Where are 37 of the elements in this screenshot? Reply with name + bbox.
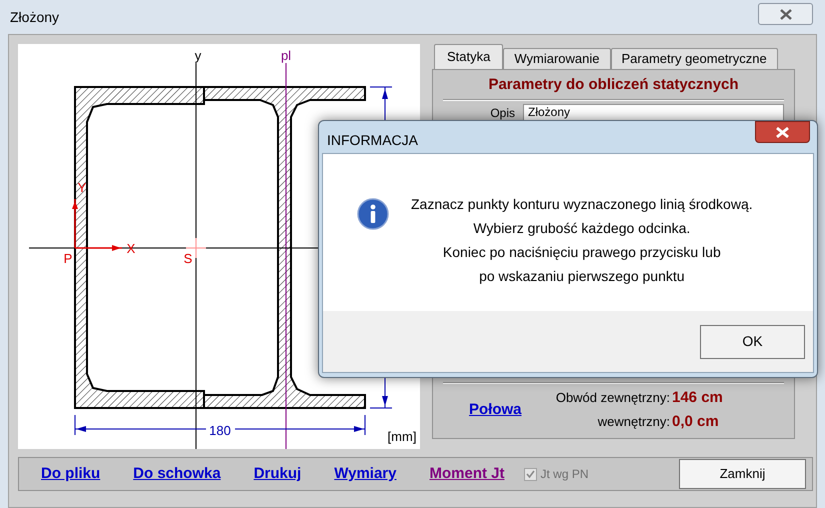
ok-button[interactable]: OK — [700, 324, 805, 358]
tab[interactable]: Statyka — [434, 44, 504, 69]
drawing-label: y — [194, 48, 202, 63]
toolbar-link[interactable]: Do schowka — [133, 462, 221, 486]
result-label: wewnętrzny: — [598, 413, 670, 431]
panel-heading: Parametry do obliczeń statycznych — [487, 75, 740, 95]
message-line: Zaznacz punkty konturu wyznaczonego linią środkową. — [411, 195, 753, 214]
message-line: po wskazaniu pierwszego punktu — [479, 267, 685, 286]
close-button[interactable] — [758, 3, 813, 25]
drawing-label: pl — [280, 48, 292, 63]
check-icon — [526, 470, 536, 478]
info-icon — [357, 198, 389, 230]
close-icon — [776, 126, 789, 138]
drawing-label: S — [184, 251, 192, 266]
result-value: 146 cm — [672, 388, 724, 408]
field-label: Opis — [489, 104, 515, 122]
half-link[interactable]: Połowa — [469, 398, 522, 422]
drawing-label: P — [64, 251, 72, 266]
drawing-label: 180 — [209, 423, 231, 438]
local-axes-arrows — [72, 199, 122, 251]
toolbar-link[interactable]: Do pliku — [41, 462, 100, 486]
result-label: Obwód zewnętrzny: — [556, 388, 670, 407]
close-icon — [780, 8, 792, 20]
dialog-close-button[interactable] — [755, 121, 810, 143]
message-line: Koniec po naciśnięciu prawego przycisku lub — [442, 243, 721, 262]
message-line: Wybierz grubość każdego odcinka. — [473, 219, 690, 238]
description-field[interactable]: Złożony — [523, 104, 784, 121]
drawing-label: [mm] — [388, 429, 416, 444]
result-value: 0,0 cm — [672, 412, 720, 432]
close-window-button[interactable]: Zamknij — [679, 459, 806, 489]
toolbar-link[interactable]: Wymiary — [334, 462, 396, 486]
toolbar-link[interactable]: Drukuj — [254, 462, 302, 486]
window-title: Złożony — [10, 8, 60, 27]
dialog-title: INFORMACJA — [327, 131, 418, 150]
toolbar-link[interactable]: Moment Jt — [429, 462, 504, 486]
tab[interactable]: Parametry geometryczne — [610, 48, 778, 69]
tab[interactable]: Wymiarowanie — [503, 48, 610, 69]
